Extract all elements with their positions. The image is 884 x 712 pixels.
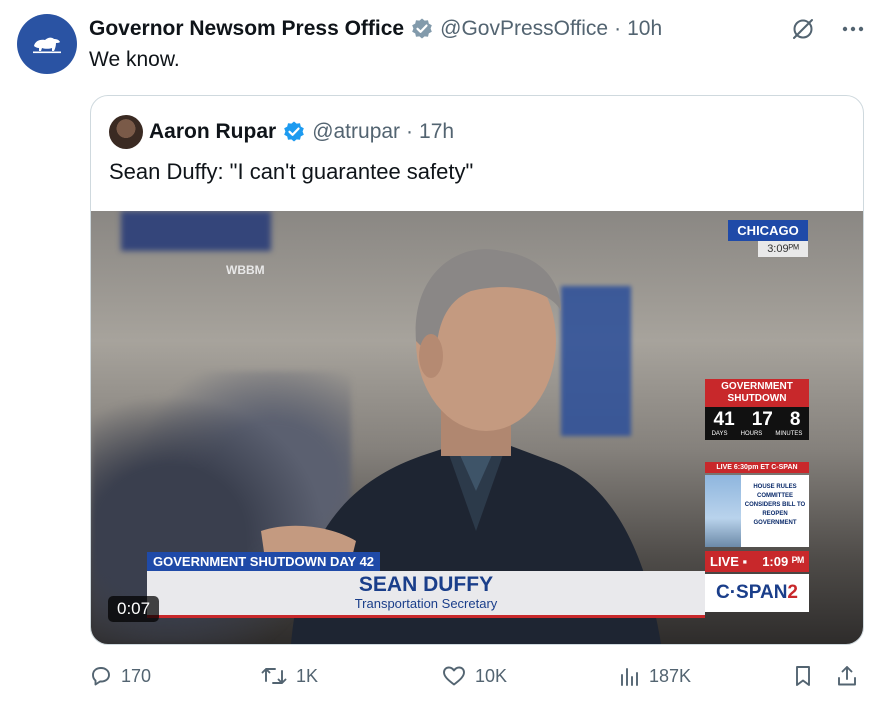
shutdown-counter: GOVERNMENT SHUTDOWN 41 17 8 DAYS HOURS M… [705, 379, 809, 440]
like-count: 10K [475, 665, 508, 686]
counter-numbers: 41 17 8 [705, 407, 809, 431]
heart-icon [443, 666, 465, 686]
network-name: C·SPAN [715, 582, 788, 603]
analytics-icon [621, 668, 638, 686]
capitol-image [705, 475, 741, 547]
location-bug: CHICAGO [728, 220, 808, 241]
views-count: 187K [649, 665, 692, 686]
video-background-detail [121, 211, 271, 251]
counter-days: 41 [713, 409, 735, 430]
more-options-icon[interactable] [842, 26, 864, 32]
reply-count: 170 [121, 665, 152, 686]
location-time: 3:09ᴾᴹ [758, 241, 808, 257]
profile-avatar[interactable] [17, 14, 77, 74]
counter-units: DAYS HOURS MINUTES [705, 431, 809, 440]
live-time: 1:09 ᴾᴹ [762, 554, 804, 569]
reply-button[interactable]: 170 [89, 664, 151, 688]
unit-days: DAYS [711, 431, 728, 437]
like-button[interactable]: 10K [441, 664, 507, 688]
verified-badge-icon [282, 120, 306, 144]
lower-third-tag: GOVERNMENT SHUTDOWN DAY 42 [147, 552, 381, 571]
lower-third: SEAN DUFFY Transportation Secretary [147, 571, 705, 618]
tweet-actions: 170 1K 10K 187K [89, 664, 864, 694]
schedule-text: LIVE 6:30pm ET C-SPAN [705, 462, 809, 473]
shutdown-label: GOVERNMENT SHUTDOWN [705, 379, 809, 407]
quoted-author-name[interactable]: Aaron Rupar [149, 120, 276, 144]
network-logo: C·SPAN 2 [705, 574, 809, 612]
bear-icon [33, 37, 61, 54]
live-label: LIVE ▪ [710, 554, 748, 569]
unit-minutes: MINUTES [775, 431, 803, 437]
share-icon [838, 666, 856, 686]
timestamp[interactable]: 10h [627, 17, 662, 41]
share-button[interactable] [835, 664, 859, 688]
counter-hours: 17 [751, 409, 773, 430]
counter-minutes: 8 [789, 409, 801, 430]
live-indicator: LIVE ▪ 1:09 ᴾᴹ [705, 551, 809, 572]
grok-icon[interactable] [790, 16, 816, 42]
views-button[interactable]: 187K [619, 664, 691, 688]
quoted-tweet-header: Aaron Rupar @atrupar · 17h [109, 115, 454, 149]
repost-button[interactable]: 1K [260, 664, 318, 688]
quoted-author-handle[interactable]: @atrupar [312, 120, 400, 144]
quoted-timestamp[interactable]: 17h [419, 120, 454, 144]
station-logo: WBBM [226, 263, 265, 277]
tweet-text: We know. [89, 48, 180, 71]
network-number: 2 [787, 582, 798, 603]
unit-hours: HOURS [740, 431, 763, 437]
speaker-title: Transportation Secretary [354, 596, 498, 611]
video-player[interactable]: WBBM CHICAGO 3:09ᴾᴹ GOVERNMENT SHUTDOWN … [91, 211, 863, 644]
tweet-header: Governor Newsom Press Office @GovPressOf… [89, 14, 662, 44]
author-name[interactable]: Governor Newsom Press Office [89, 17, 404, 41]
reply-icon [92, 667, 110, 686]
repost-count: 1K [296, 665, 319, 686]
video-duration: 0:07 [108, 596, 160, 622]
repost-icon [261, 668, 287, 684]
quoted-tweet[interactable]: Aaron Rupar @atrupar · 17h Sean Duffy: "… [90, 95, 864, 645]
verified-badge-icon [410, 17, 434, 41]
separator: · [614, 17, 622, 40]
bookmark-icon [796, 666, 810, 686]
quoted-tweet-text: Sean Duffy: "I can't guarantee safety" [109, 159, 474, 184]
quoted-author-avatar[interactable] [109, 115, 143, 149]
author-handle[interactable]: @GovPressOffice [440, 17, 608, 41]
promo-box: HOUSE RULES COMMITTEE CONSIDERS BILL TO … [705, 475, 809, 547]
bookmark-button[interactable] [792, 664, 814, 688]
tweet-top-actions [790, 16, 864, 42]
speaker-name: SEAN DUFFY [358, 573, 494, 596]
separator: · [406, 120, 414, 143]
promo-text: HOUSE RULES COMMITTEE CONSIDERS BILL TO … [744, 484, 806, 526]
